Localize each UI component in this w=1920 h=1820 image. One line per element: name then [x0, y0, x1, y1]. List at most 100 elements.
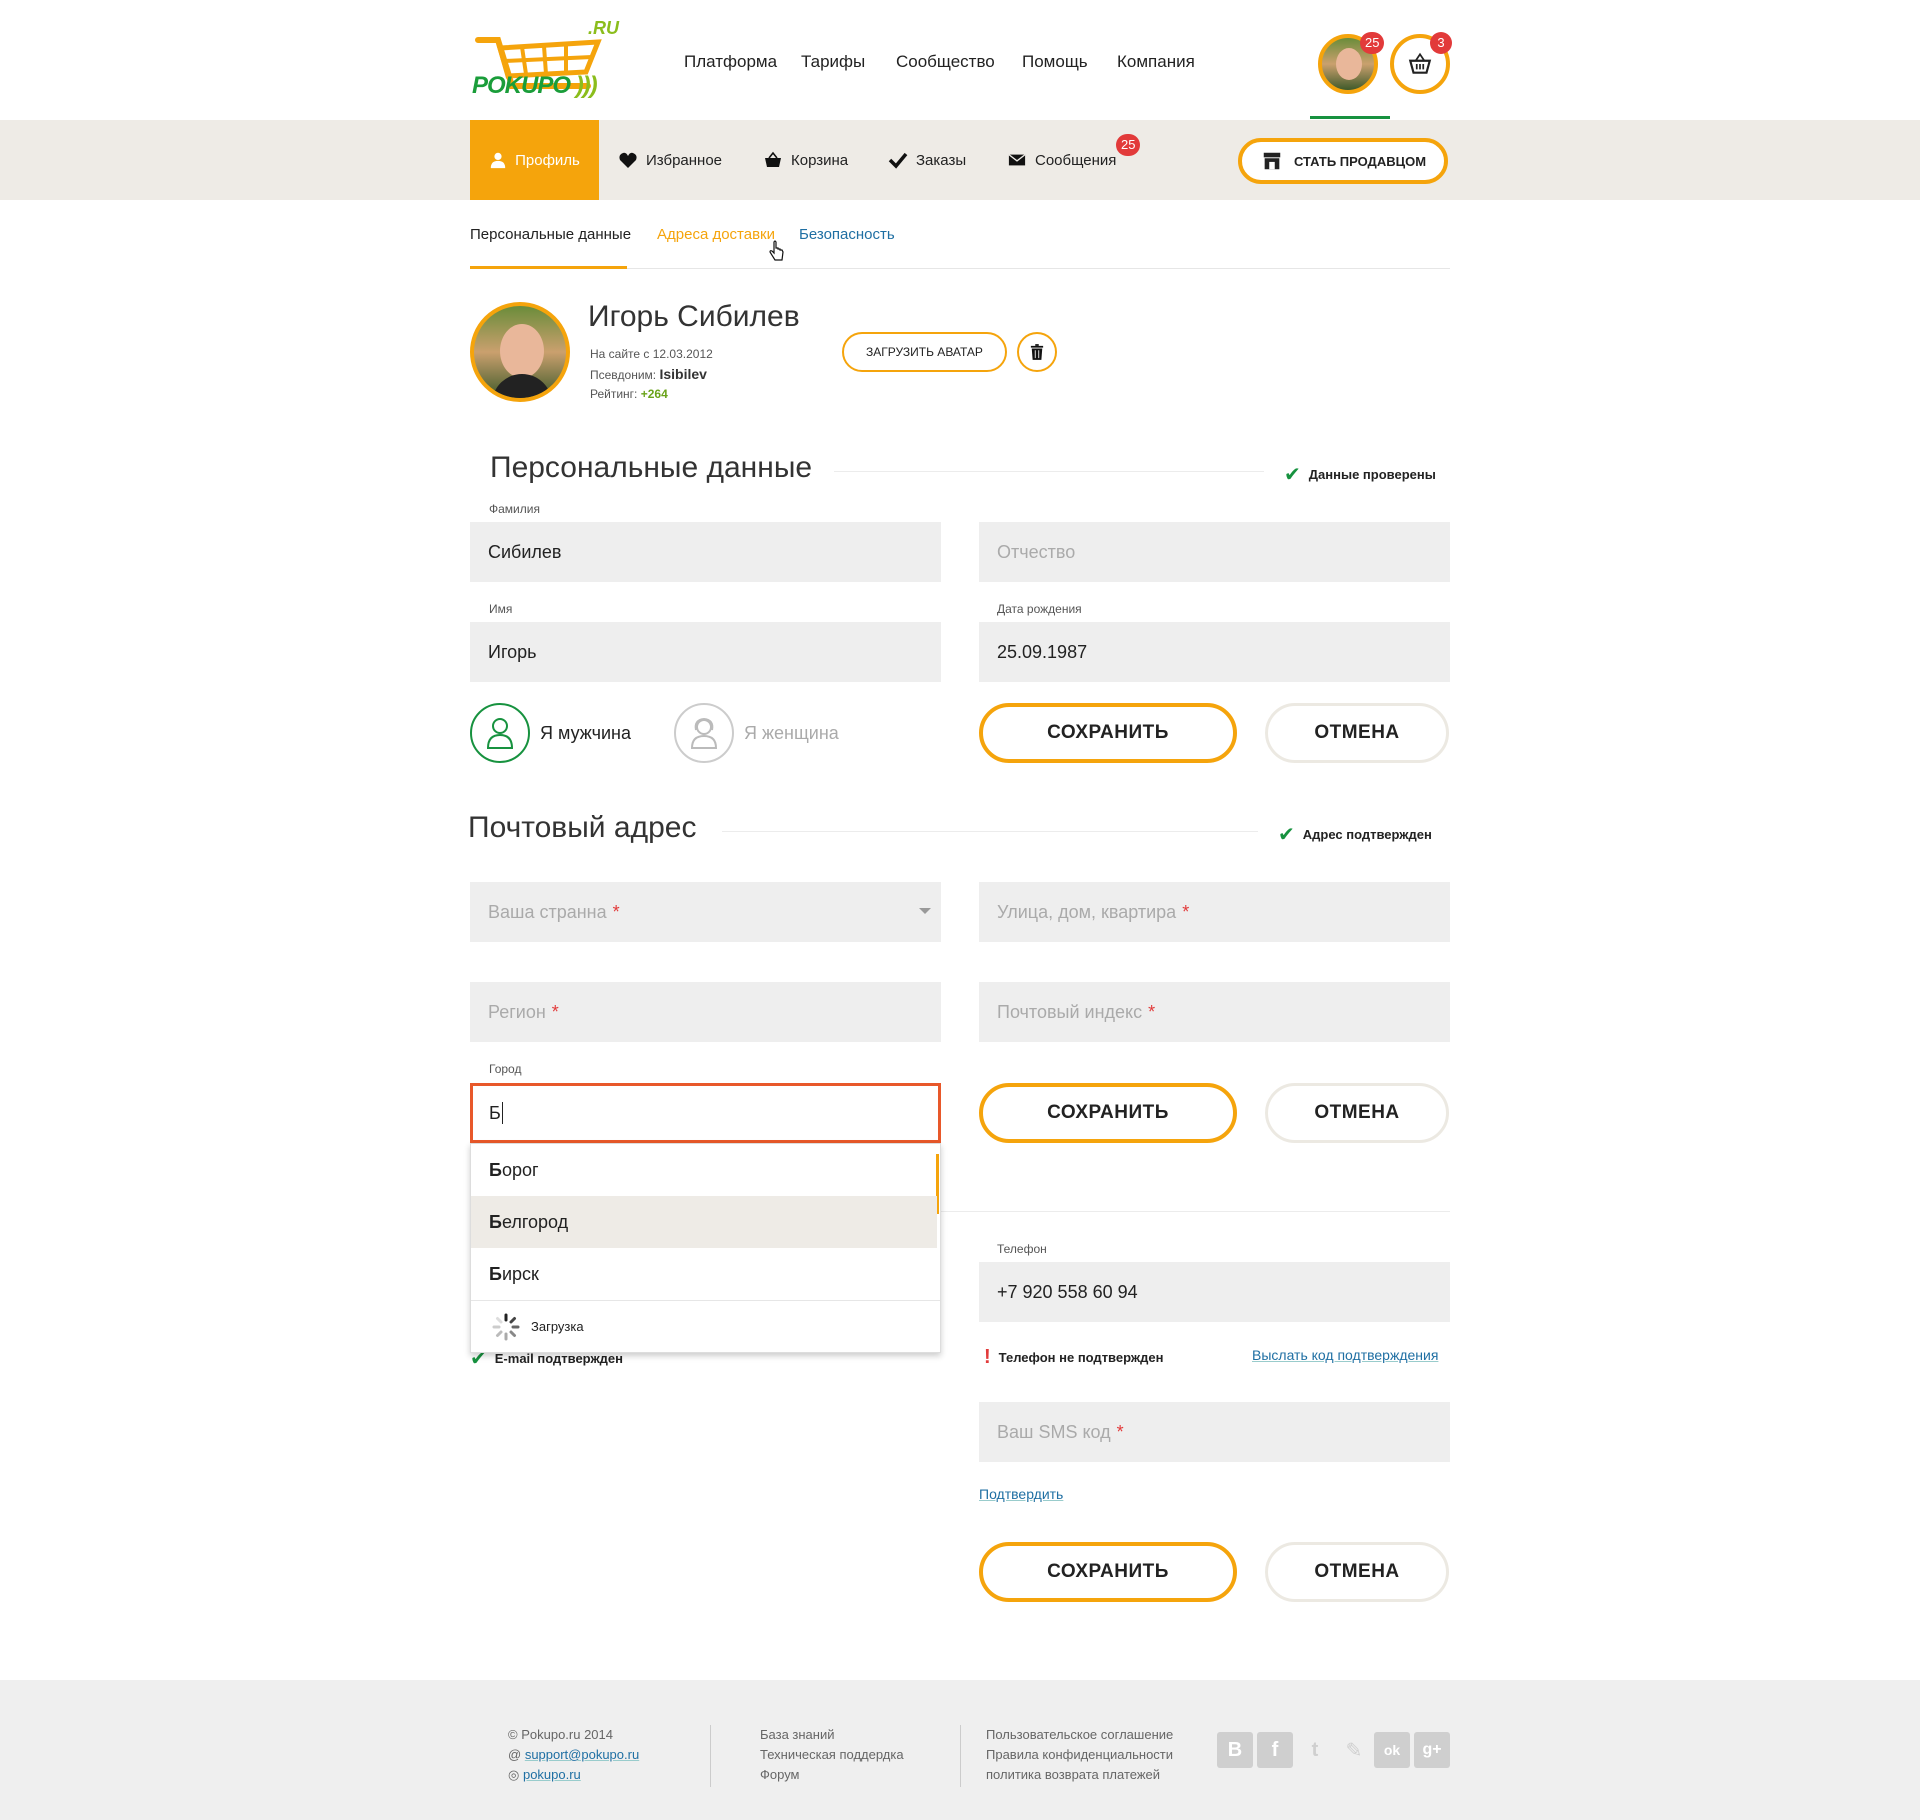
country-select[interactable]: Ваша странна * — [470, 882, 941, 942]
surname-input[interactable]: Сибилев — [470, 522, 941, 582]
footer-link[interactable]: Форум — [760, 1765, 904, 1785]
phone-status-label: Телефон не подтвержден — [998, 1350, 1164, 1365]
address-section-title: Почтовый адрес — [468, 811, 697, 844]
google-plus-icon[interactable]: g+ — [1414, 1732, 1450, 1768]
subnav-orders-label: Заказы — [916, 151, 967, 169]
address-cancel-button[interactable]: ОТМЕНА — [1265, 1083, 1449, 1143]
street-input[interactable]: Улица, дом, квартира * — [979, 882, 1450, 942]
address-verified-label: Адрес подтвержден — [1302, 827, 1432, 842]
zip-input[interactable]: Почтовый индекс * — [979, 982, 1450, 1042]
check-icon: ✔ — [1278, 824, 1295, 846]
subnav-profile-label: Профиль — [515, 151, 580, 169]
city-suggestion[interactable]: Белгород — [471, 1196, 937, 1248]
phone-label: Телефон — [997, 1242, 1047, 1256]
subnav-messages[interactable]: Сообщения — [1007, 120, 1116, 200]
footer-link[interactable]: политика возврата платежей — [986, 1765, 1173, 1785]
city-suggestion[interactable]: Бирск — [471, 1248, 937, 1300]
nav-platform[interactable]: Платформа — [684, 52, 777, 72]
male-avatar-icon — [486, 718, 514, 749]
twitter-icon[interactable]: t — [1297, 1732, 1333, 1768]
address-verified-status: ✔ Адрес подтвержден — [1278, 822, 1432, 847]
dropdown-loading-label: Загрузка — [531, 1319, 584, 1334]
avatar-count-badge: 25 — [1360, 32, 1385, 54]
tab-personal-data[interactable]: Персональные данные — [470, 226, 631, 243]
patronymic-input[interactable]: Отчество — [979, 522, 1450, 582]
address-save-button[interactable]: СОХРАНИТЬ — [979, 1083, 1237, 1143]
subnav-basket-label: Корзина — [791, 151, 849, 169]
chevron-down-icon — [919, 908, 931, 914]
city-input[interactable]: Б — [470, 1083, 941, 1143]
city-suggestion[interactable]: Борог — [471, 1144, 937, 1196]
tab-active-indicator — [470, 266, 627, 269]
send-code-link[interactable]: Выслать код подтверждения — [1252, 1347, 1438, 1363]
personal-cancel-button[interactable]: ОТМЕНА — [1265, 703, 1449, 763]
delete-avatar-button[interactable] — [1017, 332, 1057, 372]
cart-count-badge: 3 — [1430, 32, 1452, 54]
subnav-favorites[interactable]: Избранное — [618, 120, 722, 200]
user-icon — [490, 152, 506, 169]
personal-verified-label: Данные проверены — [1308, 467, 1436, 482]
check-icon — [888, 152, 908, 169]
profile-member-since: На сайте с 12.03.2012 — [590, 347, 713, 361]
contacts-cancel-button[interactable]: ОТМЕНА — [1265, 1542, 1449, 1602]
footer-link[interactable]: Правила конфиденциальности — [986, 1745, 1173, 1765]
heart-icon — [619, 152, 637, 168]
subnav-favorites-label: Избранное — [646, 151, 723, 169]
nav-community[interactable]: Сообщество — [896, 52, 995, 72]
footer-divider — [710, 1725, 711, 1787]
personal-section-rule — [834, 471, 1264, 472]
phone-status: ! Телефон не подтвержден — [984, 1346, 1163, 1369]
odnoklassniki-icon[interactable]: ok — [1374, 1732, 1410, 1768]
dropdown-loading: Загрузка — [471, 1300, 940, 1352]
first-name-input[interactable]: Игорь — [470, 622, 941, 682]
email-verified-label: E-mail подтвержден — [494, 1351, 624, 1366]
nav-company[interactable]: Компания — [1117, 52, 1195, 72]
footer-email: @ support@pokupo.ru — [508, 1747, 640, 1762]
phone-input[interactable]: +7 920 558 60 94 — [979, 1262, 1450, 1322]
subnav-profile[interactable]: Профиль — [470, 120, 599, 200]
profile-alias: Псевдоним: Isibilev — [590, 366, 707, 382]
footer-copyright: © Pokupo.ru 2014 — [508, 1727, 613, 1742]
livejournal-icon[interactable]: ✎ — [1336, 1732, 1372, 1768]
city-suggestions-dropdown: Борог Белгород Бирск Загрузка — [470, 1143, 941, 1353]
gender-male-option[interactable]: Я мужчина — [470, 703, 631, 763]
facebook-icon[interactable]: f — [1257, 1732, 1293, 1768]
nav-help[interactable]: Помощь — [1022, 52, 1088, 72]
footer-email-link[interactable]: support@pokupo.ru — [525, 1747, 639, 1762]
vk-icon[interactable]: B — [1217, 1732, 1253, 1768]
confirm-sms-link[interactable]: Подтвердить — [979, 1486, 1063, 1502]
profile-rating: Рейтинг: +264 — [590, 387, 668, 401]
tab-delivery-addresses[interactable]: Адреса доставки — [657, 226, 775, 243]
basket-icon — [1408, 52, 1432, 74]
first-name-label: Имя — [489, 602, 513, 616]
messages-count-badge: 25 — [1116, 134, 1141, 156]
become-seller-label: СТАТЬ ПРОДАВЦОМ — [1293, 153, 1427, 169]
upload-avatar-button[interactable]: ЗАГРУЗИТЬ АВАТАР — [842, 332, 1007, 372]
sms-code-input[interactable]: Ваш SMS код * — [979, 1402, 1450, 1462]
city-label: Город — [489, 1062, 522, 1076]
footer-link[interactable]: Пользовательское соглашение — [986, 1725, 1173, 1745]
basket-icon — [765, 151, 781, 167]
female-avatar-icon — [690, 717, 718, 749]
upload-avatar-label: ЗАГРУЗИТЬ АВАТАР — [866, 345, 983, 359]
gender-female-option[interactable]: Я женщина — [674, 703, 839, 763]
contacts-save-button[interactable]: СОХРАНИТЬ — [979, 1542, 1237, 1602]
footer-legal-links: Пользовательское соглашение Правила конф… — [986, 1725, 1173, 1785]
subnav-orders[interactable]: Заказы — [888, 120, 966, 200]
footer-link[interactable]: Техническая поддердка — [760, 1745, 904, 1765]
personal-save-button[interactable]: СОХРАНИТЬ — [979, 703, 1237, 763]
gender-female-label: Я женщина — [744, 722, 839, 743]
personal-section-title: Персональные данные — [490, 451, 813, 484]
footer-link[interactable]: База знаний — [760, 1725, 904, 1745]
subnav-basket[interactable]: Корзина — [763, 120, 848, 200]
logo-text[interactable]: POKUPO ))) — [472, 72, 598, 100]
profile-name: Игорь Сибилев — [588, 300, 800, 333]
nav-tariffs[interactable]: Тарифы — [801, 52, 865, 72]
footer-skype-link[interactable]: pokupo.ru — [523, 1767, 581, 1782]
exclamation-icon: ! — [984, 1346, 991, 1368]
tab-security[interactable]: Безопасность — [799, 226, 895, 243]
trash-icon — [1030, 344, 1044, 360]
birth-date-input[interactable]: 25.09.1987 — [979, 622, 1450, 682]
become-seller-button[interactable]: СТАТЬ ПРОДАВЦОМ — [1238, 138, 1448, 184]
region-input[interactable]: Регион * — [470, 982, 941, 1042]
